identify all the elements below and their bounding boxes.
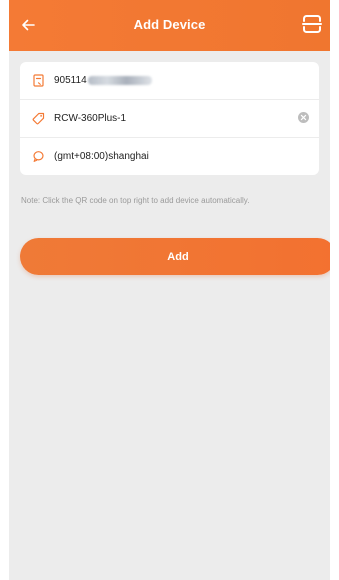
add-button[interactable]: Add [20,238,330,275]
serial-field[interactable]: 905114 [54,75,152,86]
device-id-icon [31,74,45,88]
serial-row[interactable]: 905114 [20,62,319,99]
qr-scan-icon [302,15,322,33]
timezone-field[interactable]: (gmt+08:00)shanghai [54,151,149,162]
clear-button[interactable] [297,111,310,124]
clear-icon [298,112,309,123]
page-title: Add Device [133,17,206,32]
serial-value: 905114 [54,75,87,86]
serial-redaction [87,76,152,85]
tag-icon [31,112,45,126]
app-header: Add Device [9,0,330,51]
globe-icon [31,150,45,164]
model-row[interactable]: RCW-360Plus-1 [20,99,319,137]
device-form-card: 905114 RCW-360Plus-1 (gmt+08:00)shanghai [20,62,319,175]
model-field[interactable]: RCW-360Plus-1 [54,113,126,124]
help-note: Note: Click the QR code on top right to … [21,196,250,205]
timezone-row[interactable]: (gmt+08:00)shanghai [20,137,319,175]
app-screen: Add Device 905114 RCW-360Plus-1 (gmt+08:… [9,0,330,580]
qr-scan-button[interactable] [300,11,324,37]
